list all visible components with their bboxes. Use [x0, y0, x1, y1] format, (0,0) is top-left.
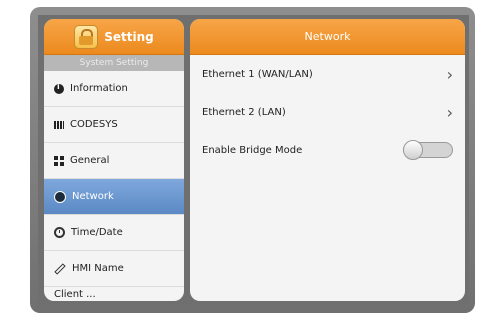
row-label: Enable Bridge Mode	[202, 144, 303, 156]
sidebar-title: Setting	[104, 29, 154, 44]
panel-title: Network	[190, 19, 465, 55]
sidebar-item-label: General	[70, 155, 110, 166]
sidebar-item-label: HMI Name	[72, 263, 124, 274]
settings-sidebar: Setting System Setting Information CODES…	[44, 19, 184, 301]
row-label: Ethernet 2 (LAN)	[202, 106, 286, 118]
sidebar-item-label: CODESYS	[70, 119, 118, 130]
sidebar-item-general[interactable]: General	[44, 143, 184, 179]
sidebar-item-codesys[interactable]: CODESYS	[44, 107, 184, 143]
lock-icon	[74, 24, 99, 49]
sidebar-subtitle: System Setting	[44, 55, 184, 71]
pen-icon	[54, 262, 66, 275]
network-icon	[54, 190, 66, 203]
sidebar-header: Setting	[44, 19, 184, 55]
chevron-right-icon: ›	[446, 64, 453, 84]
sidebar-item-label: Client ...	[54, 289, 96, 300]
bridge-mode-toggle[interactable]	[403, 140, 453, 160]
chevron-right-icon: ›	[446, 102, 453, 122]
sidebar-item-hmi-name[interactable]: HMI Name	[44, 251, 184, 287]
device-frame: Setting System Setting Information CODES…	[30, 7, 475, 313]
info-icon	[54, 82, 64, 94]
ethernet-1-row[interactable]: Ethernet 1 (WAN/LAN) ›	[190, 55, 465, 93]
row-label: Ethernet 1 (WAN/LAN)	[202, 68, 313, 80]
general-icon	[54, 155, 64, 166]
network-panel: Network Ethernet 1 (WAN/LAN) › Ethernet …	[190, 19, 465, 301]
sidebar-item-time-date[interactable]: Time/Date	[44, 215, 184, 251]
clock-icon	[54, 227, 65, 238]
sidebar-item-information[interactable]: Information	[44, 71, 184, 107]
sidebar-item-label: Time/Date	[71, 227, 123, 238]
ethernet-2-row[interactable]: Ethernet 2 (LAN) ›	[190, 93, 465, 131]
sidebar-item-network[interactable]: Network	[44, 179, 184, 215]
sidebar-item-label: Network	[72, 191, 114, 202]
codesys-icon	[54, 120, 64, 129]
sidebar-item-partial[interactable]: Client ...	[44, 287, 184, 301]
bridge-mode-row: Enable Bridge Mode	[190, 131, 465, 169]
sidebar-item-label: Information	[70, 83, 128, 94]
screen: Setting System Setting Information CODES…	[38, 15, 469, 305]
